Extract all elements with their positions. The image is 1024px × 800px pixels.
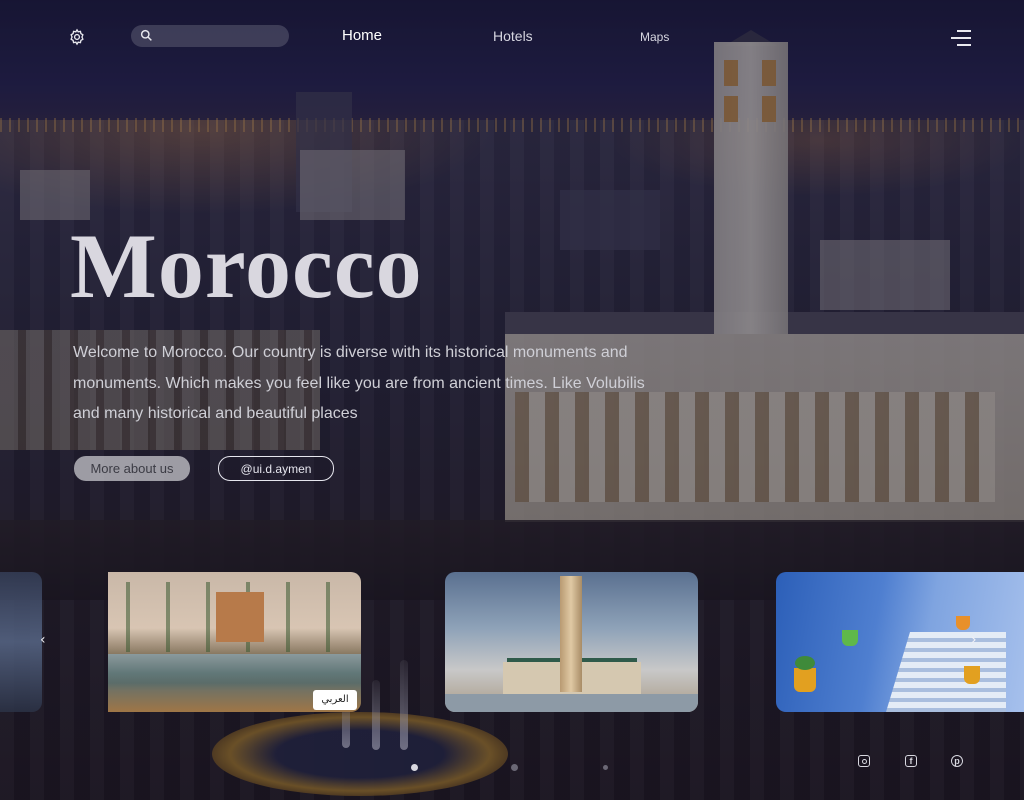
instagram-icon[interactable] [858, 755, 870, 767]
carousel-dot-active[interactable] [411, 764, 418, 771]
facebook-glyph: f [909, 755, 913, 766]
hero-description-line: monuments. Which makes you feel like you… [73, 374, 645, 392]
carousel-prev-button[interactable]: ‹ [40, 633, 46, 647]
pinterest-glyph: p [954, 755, 960, 766]
hero-title: Morocco [70, 215, 423, 317]
top-navigation: Home Hotels Maps [0, 0, 1024, 76]
gear-icon[interactable] [68, 28, 86, 46]
flower-pot [794, 668, 816, 692]
search-box[interactable] [131, 25, 289, 47]
carousel-dot[interactable] [603, 765, 608, 770]
instagram-lens [861, 758, 867, 764]
more-about-us-button[interactable]: More about us [74, 456, 190, 481]
hamburger-menu-icon[interactable] [951, 30, 971, 46]
nav-link-home[interactable]: Home [342, 27, 382, 44]
nav-link-hotels[interactable]: Hotels [493, 28, 533, 44]
hero-description-line: Welcome to Morocco. Our country is diver… [73, 344, 628, 361]
blue-stairs [886, 632, 1006, 712]
search-icon [140, 29, 152, 41]
hero-description-line: and many historical and beautiful places [73, 405, 358, 422]
hero-description: Welcome to Morocco. Our country is diver… [73, 338, 713, 430]
nav-link-maps[interactable]: Maps [640, 30, 669, 44]
carousel-card-blue-city[interactable] [776, 572, 1024, 712]
instagram-handle-button[interactable]: @ui.d.aymen [218, 456, 334, 481]
plant [795, 656, 815, 670]
carousel-card-mosque[interactable] [445, 572, 698, 712]
sea-ground [445, 694, 698, 712]
carousel-card-garden-palace[interactable]: العربي [108, 572, 361, 712]
facebook-icon[interactable]: f [905, 755, 917, 767]
minaret [560, 576, 582, 692]
carousel-next-button[interactable]: › [971, 633, 977, 647]
carousel-dot[interactable] [511, 764, 518, 771]
carousel-card-previous[interactable] [0, 572, 42, 712]
flower-pot [842, 630, 858, 646]
pinterest-icon[interactable]: p [951, 755, 963, 767]
search-input[interactable] [157, 25, 283, 47]
flower-pot [956, 616, 970, 630]
palace-building [216, 592, 264, 642]
flower-pot [964, 666, 980, 684]
channel-logo: العربي [313, 690, 357, 710]
